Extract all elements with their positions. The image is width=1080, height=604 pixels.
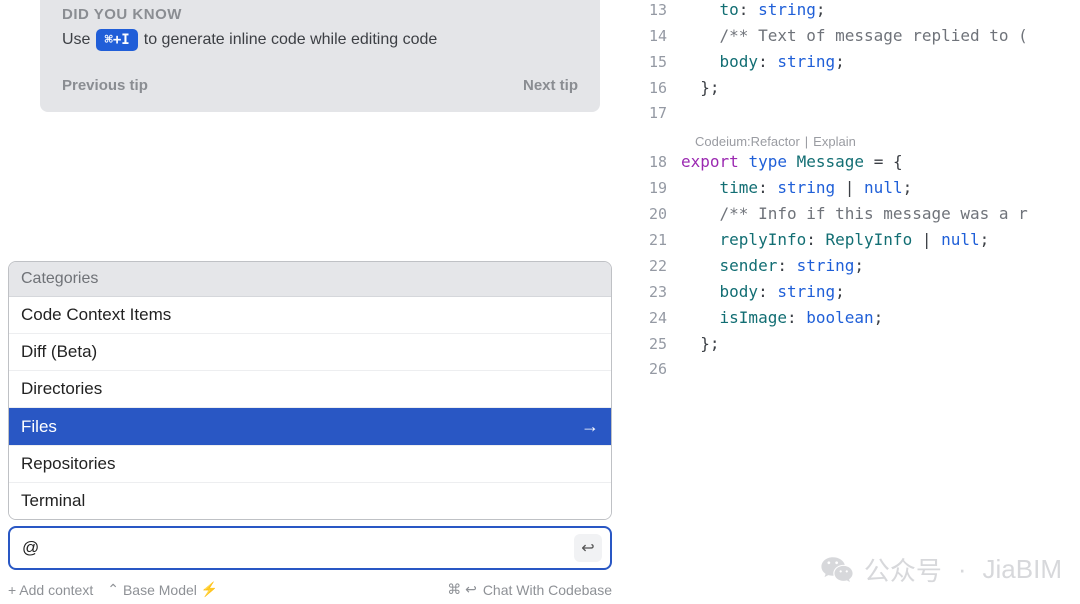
previous-tip-button[interactable]: Previous tip (62, 77, 148, 94)
code-content: replyInfo: ReplyInfo | null; (681, 230, 989, 249)
code-content: body: string; (681, 52, 845, 71)
code-line[interactable]: 21 replyInfo: ReplyInfo | null; (627, 230, 1080, 256)
code-line[interactable]: 16 }; (627, 78, 1080, 104)
tip-text-suffix: to generate inline code while editing co… (144, 31, 438, 49)
categories-box: Categories Code Context Items Diff (Beta)… (8, 261, 612, 520)
code-content: body: string; (681, 282, 845, 301)
caret-up-icon: ⌃ (107, 581, 119, 598)
code-line[interactable]: 22 sender: string; (627, 256, 1080, 282)
code-content: }; (681, 78, 720, 97)
line-number: 23 (627, 283, 681, 301)
category-item-label: Directories (21, 379, 102, 399)
category-item-label: Repositories (21, 454, 116, 474)
category-item[interactable]: Terminal (9, 483, 611, 519)
line-number: 18 (627, 153, 681, 171)
tip-header: DID YOU KNOW (62, 6, 578, 23)
line-number: 20 (627, 205, 681, 223)
tip-shortcut: ⌘+I (96, 29, 137, 51)
codeium-hint: Codeium: Refactor | Explain (627, 130, 1080, 152)
code-line[interactable]: 19 time: string | null; (627, 178, 1080, 204)
chat-with-codebase-button[interactable]: Chat With Codebase (483, 582, 612, 598)
line-number: 21 (627, 231, 681, 249)
code-content: /** Info if this message was a r (681, 204, 1028, 223)
chat-shortcut: ⌘ ↩ (447, 581, 477, 598)
categories-title: Categories (9, 262, 611, 297)
line-number: 25 (627, 335, 681, 353)
code-content: to: string; (681, 0, 826, 19)
tip-text-prefix: Use (62, 31, 90, 49)
submit-button[interactable]: ↩ (574, 534, 602, 562)
code-line[interactable]: 17 (627, 104, 1080, 130)
line-number: 16 (627, 79, 681, 97)
add-context-button[interactable]: + Add context (8, 582, 93, 598)
tip-card: DID YOU KNOW Use ⌘+I to generate inline … (40, 0, 600, 112)
return-icon: ↩ (581, 538, 594, 558)
category-item-label: Files (21, 417, 57, 437)
category-item[interactable]: Directories (9, 371, 611, 408)
line-number: 14 (627, 27, 681, 45)
line-number: 15 (627, 53, 681, 71)
category-item[interactable]: Repositories (9, 446, 611, 483)
code-content: /** Text of message replied to ( (681, 26, 1028, 45)
code-content: time: string | null; (681, 178, 912, 197)
code-editor[interactable]: 13 to: string;14 /** Text of message rep… (626, 0, 1080, 604)
bottom-bar: + Add context ⌃ Base Model ⚡ ⌘ ↩ Chat Wi… (8, 581, 612, 598)
bolt-icon: ⚡ (201, 581, 218, 598)
next-tip-button[interactable]: Next tip (523, 77, 578, 94)
category-item[interactable]: Files → (9, 408, 611, 446)
category-item[interactable]: Diff (Beta) (9, 334, 611, 371)
code-content: sender: string; (681, 256, 864, 275)
codeium-hint-label: Codeium: (695, 134, 751, 149)
line-number: 24 (627, 309, 681, 327)
category-item[interactable]: Code Context Items (9, 297, 611, 334)
code-content: export type Message = { (681, 152, 903, 171)
arrow-right-icon: → (581, 416, 599, 437)
code-line[interactable]: 20 /** Info if this message was a r (627, 204, 1080, 230)
tip-nav: Previous tip Next tip (62, 77, 578, 94)
chat-input[interactable]: @ ↩ (8, 526, 612, 570)
code-line[interactable]: 18export type Message = { (627, 152, 1080, 178)
codeium-explain-button[interactable]: Explain (813, 134, 856, 149)
base-model-label: Base Model (123, 582, 197, 598)
codeium-refactor-button[interactable]: Refactor (751, 134, 800, 149)
code-line[interactable]: 25 }; (627, 334, 1080, 360)
chat-input-text[interactable]: @ (22, 538, 574, 558)
code-line[interactable]: 23 body: string; (627, 282, 1080, 308)
code-content: isImage: boolean; (681, 308, 883, 327)
separator: | (805, 134, 808, 149)
line-number: 22 (627, 257, 681, 275)
code-line[interactable]: 14 /** Text of message replied to ( (627, 26, 1080, 52)
line-number: 17 (627, 104, 681, 122)
code-line[interactable]: 26 (627, 360, 1080, 386)
chat-panel: DID YOU KNOW Use ⌘+I to generate inline … (0, 0, 626, 604)
base-model-button[interactable]: ⌃ Base Model ⚡ (107, 581, 218, 598)
line-number: 19 (627, 179, 681, 197)
category-item-label: Terminal (21, 491, 85, 511)
category-item-label: Code Context Items (21, 305, 171, 325)
line-number: 26 (627, 360, 681, 378)
code-line[interactable]: 24 isImage: boolean; (627, 308, 1080, 334)
tip-body: Use ⌘+I to generate inline code while ed… (62, 29, 578, 51)
categories-popup: Categories Code Context Items Diff (Beta)… (8, 261, 612, 570)
line-number: 13 (627, 1, 681, 19)
code-content: }; (681, 334, 720, 353)
code-line[interactable]: 13 to: string; (627, 0, 1080, 26)
category-item-label: Diff (Beta) (21, 342, 97, 362)
code-line[interactable]: 15 body: string; (627, 52, 1080, 78)
